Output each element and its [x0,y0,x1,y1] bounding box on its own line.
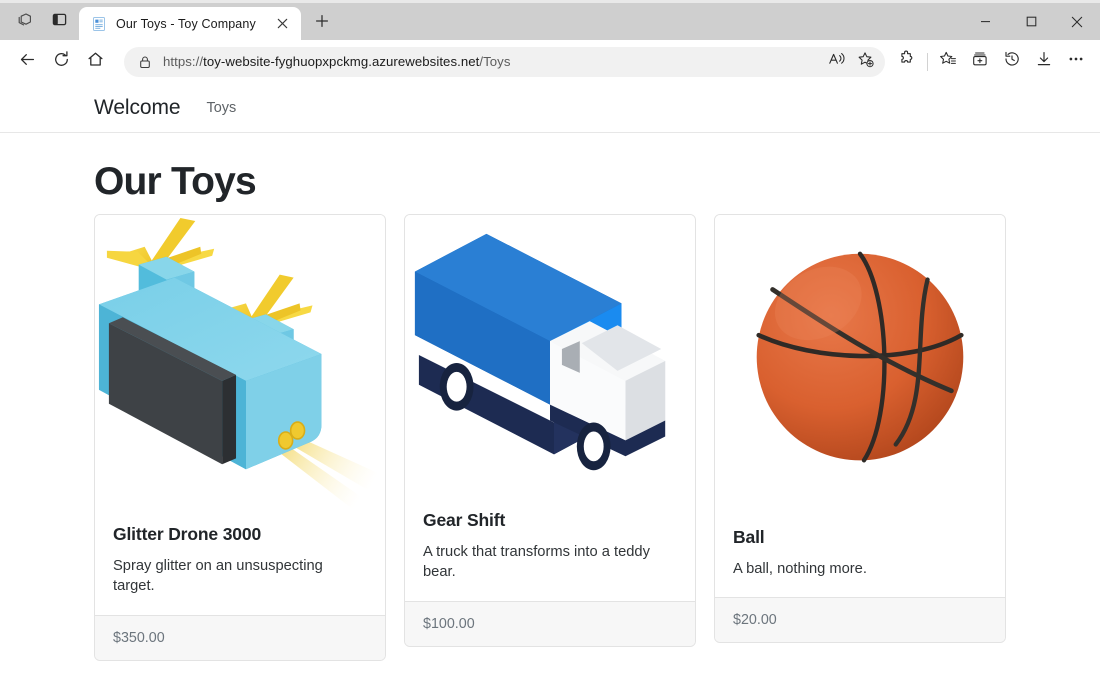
toolbar-divider [927,52,928,71]
page-viewport: Welcome Toys Our Toys Glitter Drone 3000… [0,83,1100,683]
toy-name: Glitter Drone 3000 [113,524,262,544]
window-close-button[interactable] [1054,3,1100,40]
read-aloud-icon [828,51,846,72]
add-favorite-button[interactable] [851,49,879,75]
toy-name: Gear Shift [423,510,506,530]
new-tab-button[interactable] [307,9,337,38]
url-path: /Toys [479,54,511,69]
card-body: Glitter Drone 3000 Spray glitter on an u… [95,509,385,615]
collections-icon [971,50,989,73]
address-bar[interactable]: https://toy-website-fyghuopxpckmg.azurew… [124,46,885,77]
tab-actions-button[interactable] [42,7,76,37]
browser-tab[interactable]: Our Toys - Toy Company [79,7,301,40]
toy-description: A truck that transforms into a teddy bea… [423,544,650,581]
workspaces-button[interactable] [8,7,42,37]
tab-bar: Our Toys - Toy Company [0,3,1100,40]
url-host: toy-website-fyghuopxpckmg.azurewebsites.… [203,54,480,69]
tab-actions-icon [51,11,68,33]
site-navbar: Welcome Toys [0,83,1100,133]
toy-card[interactable]: Ball A ball, nothing more. $20.00 [714,214,1006,644]
toy-description: Spray glitter on an unsuspecting target. [113,558,323,595]
tab-close-button[interactable] [271,13,293,35]
plus-icon [315,14,329,33]
settings-and-more-button[interactable] [1060,46,1092,78]
toy-card[interactable]: Gear Shift A truck that transforms into … [404,214,696,647]
card-body: Gear Shift A truck that transforms into … [405,495,695,601]
workspaces-icon [17,11,34,33]
toy-card-grid: Glitter Drone 3000 Spray glitter on an u… [94,214,1100,661]
toy-description: A ball, nothing more. [733,561,867,577]
toy-name: Ball [733,527,765,547]
card-body: Ball A ball, nothing more. [715,512,1005,597]
page-title: Our Toys [94,160,257,203]
window-minimize-button[interactable] [962,3,1008,40]
downloads-icon [1035,50,1053,73]
toy-price: $100.00 [405,600,695,646]
favorites-button[interactable] [932,46,964,78]
truck-illustration [405,215,695,495]
navigation-toolbar: https://toy-website-fyghuopxpckmg.azurew… [0,40,1100,83]
refresh-icon [52,50,71,74]
downloads-button[interactable] [1028,46,1060,78]
extensions-puzzle-icon [898,50,916,73]
refresh-button[interactable] [44,45,78,79]
back-button[interactable] [10,45,44,79]
toy-card[interactable]: Glitter Drone 3000 Spray glitter on an u… [94,214,386,661]
drone-illustration [95,215,385,509]
add-favorite-icon [857,51,874,73]
favorites-star-list-icon [939,50,957,73]
toy-price: $20.00 [715,597,1005,643]
lock-icon [138,55,152,69]
site-brand[interactable]: Welcome [94,96,181,120]
read-aloud-button[interactable] [823,49,851,75]
home-icon [86,50,105,74]
basketball-illustration [715,215,1005,512]
toy-price: $350.00 [95,614,385,660]
back-arrow-icon [18,50,37,74]
extensions-button[interactable] [891,46,923,78]
url-text: https://toy-website-fyghuopxpckmg.azurew… [163,54,823,69]
window-controls [962,3,1100,40]
history-button[interactable] [996,46,1028,78]
nav-link-toys[interactable]: Toys [206,100,236,116]
page-body: Our Toys Glitter Drone 3000 Spray glitte… [0,160,1100,661]
window-maximize-button[interactable] [1008,3,1054,40]
browser-window: Our Toys - Toy Company https://toy-websi… [0,0,1100,683]
collections-button[interactable] [964,46,996,78]
history-clock-icon [1003,50,1021,73]
url-scheme: https:// [163,54,204,69]
settings-and-more-icon [1067,50,1085,73]
tab-title: Our Toys - Toy Company [116,16,256,31]
home-button[interactable] [78,45,112,79]
page-favicon-icon [90,15,107,32]
